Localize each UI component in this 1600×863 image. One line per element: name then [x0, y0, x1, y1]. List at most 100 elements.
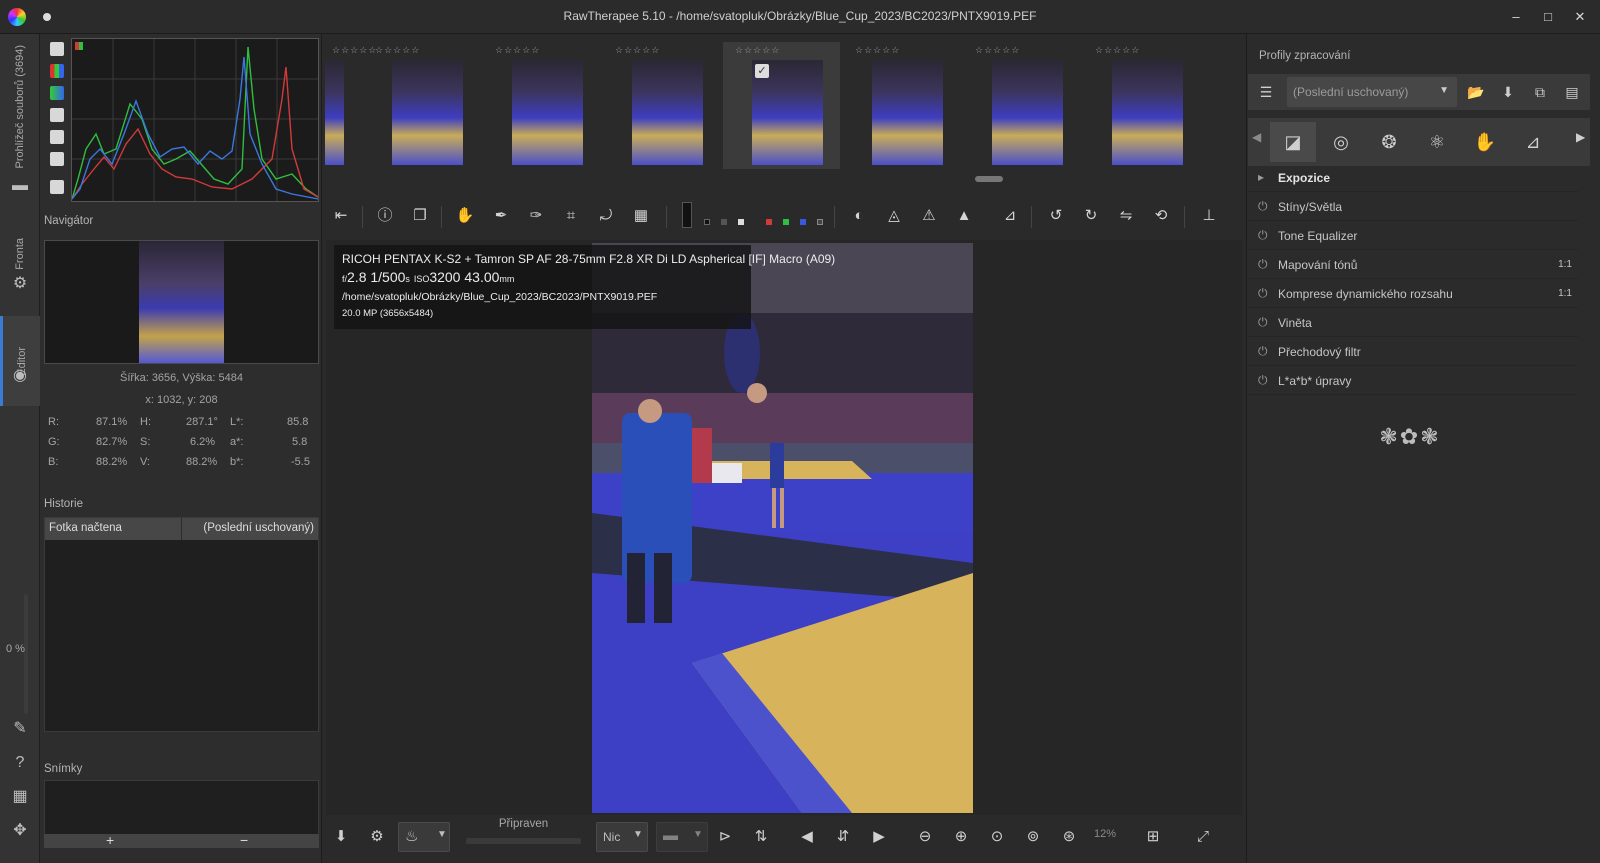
folder-icon[interactable]: ▬: [8, 174, 32, 198]
histogram-bar-toggle[interactable]: [50, 152, 64, 166]
preview-green-swatch[interactable]: [783, 219, 789, 225]
maximize-button[interactable]: □: [1537, 6, 1559, 28]
tool-row-tone-mapping[interactable]: ⏻ Mapování tónů 1:1: [1248, 252, 1578, 279]
rating-stars[interactable]: ☆☆☆☆☆: [495, 45, 540, 56]
power-icon[interactable]: ⏻: [1258, 199, 1268, 214]
rotate-right-icon[interactable]: ↻: [1076, 200, 1106, 232]
tool-row-exposure[interactable]: ▸ Expozice: [1248, 165, 1578, 192]
expander-icon[interactable]: ▸: [1258, 170, 1264, 184]
paste-profile-icon[interactable]: ▤: [1560, 81, 1584, 103]
tool-row-lab-adjustments[interactable]: ⏻ L*a*b* úpravy: [1248, 368, 1578, 395]
tab-transform[interactable]: ⊿: [1510, 122, 1556, 162]
tab-editor[interactable]: Editor: [0, 316, 40, 406]
zoom-100-icon[interactable]: ⊛: [1054, 822, 1084, 852]
open-profile-icon[interactable]: 📂: [1464, 81, 1488, 103]
rating-stars[interactable]: ☆☆☆☆☆: [615, 45, 660, 56]
fullscreen-icon[interactable]: ⤢: [1188, 822, 1218, 852]
magic-wand-icon[interactable]: ✎: [8, 717, 32, 741]
copy-profile-icon[interactable]: ⧉: [1528, 81, 1552, 103]
power-icon[interactable]: ⏻: [1258, 373, 1268, 388]
sort-icon[interactable]: ⇵: [828, 822, 858, 852]
tab-exposure[interactable]: ◪: [1270, 122, 1316, 162]
new-detail-window-icon[interactable]: ⊞: [1138, 822, 1168, 852]
tabs-scroll-right-icon[interactable]: ▶: [1576, 130, 1585, 144]
profile-select[interactable]: (Poslední uschovaný) ▼: [1287, 77, 1457, 107]
histogram-raw-toggle[interactable]: [50, 130, 64, 144]
filmstrip-prev-icon[interactable]: ⊳: [710, 822, 740, 852]
perspective-icon[interactable]: ▦: [626, 200, 656, 232]
snapshot-add-button[interactable]: +: [106, 832, 114, 848]
power-icon[interactable]: ⏻: [1258, 344, 1268, 359]
sync-icon[interactable]: ⇅: [746, 822, 776, 852]
help-icon[interactable]: ?: [8, 751, 32, 775]
film-thumb[interactable]: ☆☆☆☆☆: [603, 42, 720, 169]
combo-select[interactable]: Nic ▼: [596, 822, 648, 852]
false-color-icon[interactable]: ◬: [879, 200, 909, 232]
histogram-mode-toggle[interactable]: [50, 180, 64, 194]
before-after-icon[interactable]: ❐: [405, 200, 435, 232]
rating-stars[interactable]: ☆☆☆☆☆: [375, 45, 420, 56]
preview-blue-swatch[interactable]: [800, 219, 806, 225]
rating-stars[interactable]: ☆☆☆☆☆: [735, 45, 780, 56]
filmstrip-scrollbar[interactable]: [975, 176, 1003, 182]
preview-white-swatch[interactable]: [738, 219, 744, 225]
profile-mode-icon[interactable]: ☰: [1254, 81, 1278, 103]
navigator-thumbnail[interactable]: [139, 241, 224, 363]
hand-tool-icon[interactable]: ✋: [450, 200, 480, 232]
rating-stars[interactable]: ☆☆☆☆☆: [1095, 45, 1140, 56]
histogram-linear-toggle[interactable]: [50, 42, 64, 56]
power-icon[interactable]: ⏻: [1258, 315, 1268, 330]
tab-color[interactable]: ❂: [1366, 122, 1412, 162]
history-list[interactable]: Fotka načtena (Poslední uschovaný): [44, 517, 319, 732]
film-thumb[interactable]: ☆☆☆☆☆: [963, 42, 1080, 169]
color-picker-icon[interactable]: ✑: [521, 200, 551, 232]
preview-mode-icon[interactable]: [682, 202, 692, 228]
next-image-icon[interactable]: ▶: [864, 822, 894, 852]
tab-locallab[interactable]: ✋: [1462, 122, 1508, 162]
close-button[interactable]: ✕: [1569, 6, 1591, 28]
gears-icon[interactable]: ⚙: [8, 272, 32, 296]
history-row[interactable]: Fotka načtena (Poslední uschovaný): [45, 518, 318, 540]
preview-black-swatch[interactable]: [704, 219, 710, 225]
zoom-fit-icon[interactable]: ⊙: [982, 822, 1012, 852]
queue-icon[interactable]: ⚙: [362, 822, 392, 852]
tab-file-browser[interactable]: Prohlížeč souborů (3694): [0, 42, 40, 172]
tool-row-vignetting[interactable]: ⏻ Viněta: [1248, 310, 1578, 337]
focus-mask-icon[interactable]: ◐: [844, 200, 874, 232]
power-icon[interactable]: ⏻: [1258, 257, 1268, 272]
film-thumb[interactable]: ☆☆☆☆☆: [483, 42, 600, 169]
rating-stars[interactable]: ☆☆☆☆☆: [975, 45, 1020, 56]
panels-icon[interactable]: ▦: [8, 785, 32, 809]
histogram-rgb-toggle[interactable]: [50, 64, 64, 78]
flip-vertical-icon[interactable]: ⟲: [1146, 200, 1176, 232]
tool-row-dynamic-range[interactable]: ⏻ Komprese dynamického rozsahu 1:1: [1248, 281, 1578, 308]
histogram-chroma-toggle[interactable]: [50, 86, 64, 100]
color-label-select[interactable]: ▬ ▼: [656, 822, 708, 852]
zoom-in-icon[interactable]: ⊕: [946, 822, 976, 852]
snapshot-remove-button[interactable]: −: [240, 832, 248, 848]
rating-stars[interactable]: ☆☆☆☆☆: [855, 45, 900, 56]
film-thumb-selected[interactable]: ☆☆☆☆☆ ✓: [723, 42, 840, 169]
histogram-luma-toggle[interactable]: [50, 108, 64, 122]
zoom-out-icon[interactable]: ⊖: [910, 822, 940, 852]
lock-crop-icon[interactable]: ⊿: [995, 200, 1025, 232]
power-icon[interactable]: ⏻: [1258, 286, 1268, 301]
save-profile-icon[interactable]: ⬇: [1496, 81, 1520, 103]
info-icon[interactable]: ⓘ: [370, 200, 400, 232]
preview-red-swatch[interactable]: [766, 219, 772, 225]
flip-horizontal-icon[interactable]: ⇋: [1111, 200, 1141, 232]
tabs-scroll-left-icon[interactable]: ◀: [1252, 130, 1261, 144]
film-thumb[interactable]: ☆☆☆☆☆: [1083, 42, 1200, 169]
film-thumb[interactable]: ☆☆☆☆☆: [363, 42, 480, 169]
rotate-left-icon[interactable]: ↺: [1041, 200, 1071, 232]
power-icon[interactable]: ⏻: [1258, 228, 1268, 243]
tool-row-shadows-highlights[interactable]: ⏻ Stíny/Světla: [1248, 194, 1578, 221]
preview-gray-swatch[interactable]: [721, 219, 727, 225]
save-icon[interactable]: ⬇: [326, 822, 356, 852]
tab-detail[interactable]: ◎: [1318, 122, 1364, 162]
minimize-button[interactable]: –: [1505, 6, 1527, 28]
preview-luma-swatch[interactable]: [817, 219, 823, 225]
highlight-clip-warning-icon[interactable]: ▲: [949, 200, 979, 232]
hide-right-panel-icon[interactable]: ⊥: [1194, 200, 1224, 232]
tool-row-tone-equalizer[interactable]: ⏻ Tone Equalizer: [1248, 223, 1578, 250]
